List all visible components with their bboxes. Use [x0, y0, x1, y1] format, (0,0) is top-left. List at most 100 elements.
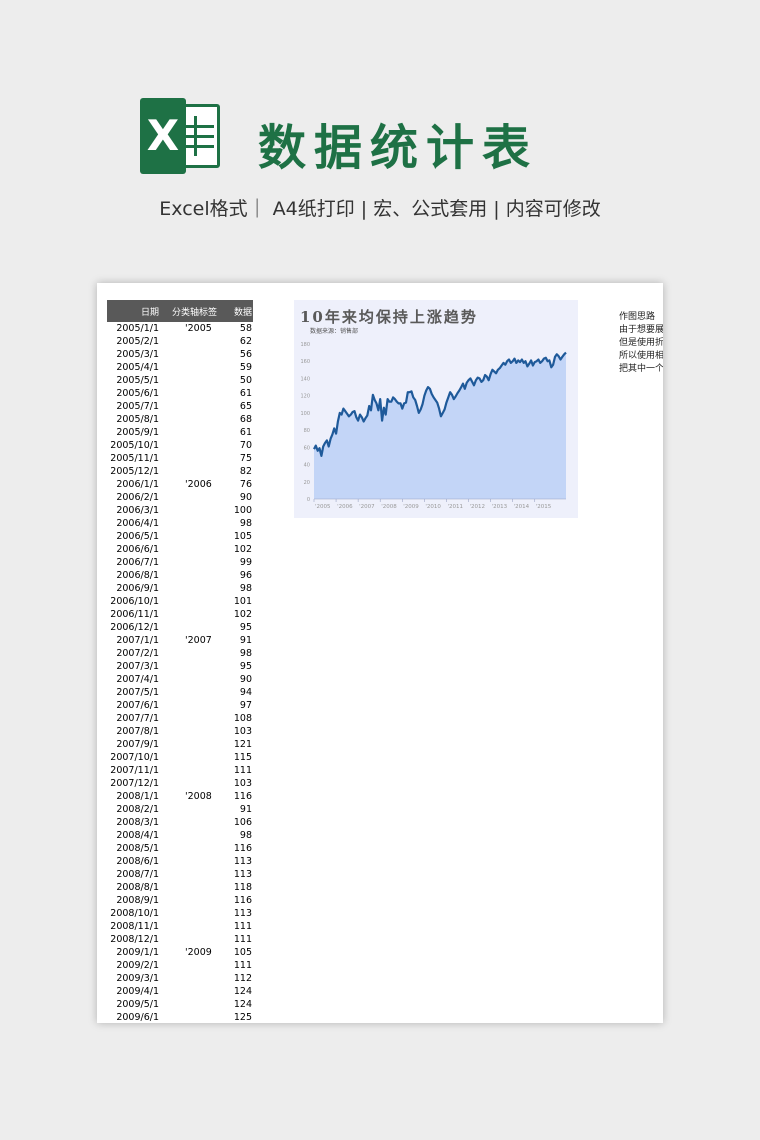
cell-date: 2006/7/1: [116, 557, 159, 568]
table-row: 2008/3/1 106: [107, 816, 253, 829]
cell-value: 99: [239, 557, 252, 568]
cell-category: '2008: [185, 791, 212, 802]
cell-date: 2007/7/1: [116, 713, 159, 724]
cell-date: 2007/4/1: [116, 674, 159, 685]
cell-category: [159, 764, 217, 777]
cell-value: 58: [239, 323, 252, 334]
note-line: 由于想要展: [619, 325, 663, 335]
data-table: 日期 分类轴标签 数据 2005/1/1'2005 58 2005/2/1 62 200…: [107, 300, 253, 1023]
table-row: 2005/5/1 50: [107, 374, 253, 387]
y-tick-label: 0: [307, 497, 310, 503]
table-row: 2007/4/1 90: [107, 673, 253, 686]
cell-date: 2008/2/1: [116, 804, 159, 815]
area-chart: 10年来均保持上涨趋势 数据来源：销售部 0 20 40 60 80 100 120 140 1…: [294, 300, 578, 518]
x-tick-label: '2009: [403, 504, 419, 510]
cell-date: 2006/6/1: [116, 544, 159, 555]
cell-category: [159, 881, 217, 894]
table-row: 2005/8/1 68: [107, 413, 253, 426]
cell-date: 2008/12/1: [110, 934, 159, 945]
cell-category: [159, 660, 217, 673]
cell-category: [159, 998, 217, 1011]
cell-value: 111: [233, 765, 252, 776]
cell-value: 75: [239, 453, 252, 464]
cell-category: [159, 920, 217, 933]
cell-category: [159, 491, 217, 504]
table-row: 2007/6/1 97: [107, 699, 253, 712]
cell-value: 98: [239, 648, 252, 659]
cell-date: 2006/5/1: [116, 531, 159, 542]
cell-date: 2005/6/1: [116, 388, 159, 399]
cell-category: [159, 439, 217, 452]
chart-plot: 0 20 40 60 80 100 120 140 160 180 '2005 '2006 '2007 '…: [300, 342, 567, 510]
cell-value: 124: [233, 999, 252, 1010]
cell-date: 2007/3/1: [116, 661, 159, 672]
cell-category: [159, 985, 217, 998]
cell-date: 2009/4/1: [116, 986, 159, 997]
cell-value: 106: [233, 817, 252, 828]
cell-category: [159, 647, 217, 660]
cell-value: 116: [233, 843, 252, 854]
table-row: 2006/7/1 99: [107, 556, 253, 569]
cell-value: 91: [239, 804, 252, 815]
cell-category: [159, 738, 217, 751]
cell-value: 108: [233, 713, 252, 724]
x-tick-label: '2010: [425, 504, 441, 510]
cell-value: 111: [233, 934, 252, 945]
table-row: 2008/10/1 113: [107, 907, 253, 920]
cell-value: 112: [233, 973, 252, 984]
table-row: 2008/5/1 116: [107, 842, 253, 855]
table-row: 2005/10/1 70: [107, 439, 253, 452]
cell-value: 61: [239, 388, 252, 399]
cell-category: '2006: [185, 479, 212, 490]
cell-date: 2009/5/1: [116, 999, 159, 1010]
cell-category: [159, 972, 217, 985]
cell-value: 125: [233, 1012, 252, 1023]
excel-x-icon: X: [140, 98, 186, 174]
y-tick-label: 80: [304, 428, 310, 434]
cell-value: 98: [239, 583, 252, 594]
table-row: 2006/2/1 90: [107, 491, 253, 504]
table-row: 2007/10/1 115: [107, 751, 253, 764]
cell-date: 2008/9/1: [116, 895, 159, 906]
cell-value: 70: [239, 440, 252, 451]
cell-value: 116: [233, 895, 252, 906]
x-tick-label: '2005: [315, 504, 331, 510]
cell-date: 2008/10/1: [110, 908, 159, 919]
cell-category: [159, 868, 217, 881]
cell-category: [159, 829, 217, 842]
table-row: 2007/1/1 '2007 91: [107, 634, 253, 647]
x-tick-label: '2008: [381, 504, 397, 510]
cell-date: 2008/11/1: [110, 921, 159, 932]
cell-date: 2005/4/1: [116, 362, 159, 373]
cell-value: 102: [233, 609, 252, 620]
x-tick-label: '2014: [514, 504, 530, 510]
table-row: 2007/9/1 121: [107, 738, 253, 751]
cell-category: [159, 699, 217, 712]
cell-category: [159, 335, 217, 348]
cell-date: 2006/1/1: [116, 479, 159, 490]
cell-value: 113: [233, 869, 252, 880]
cell-date: 2005/5/1: [116, 375, 159, 386]
table-row: 2005/11/1 75: [107, 452, 253, 465]
table-row: 2006/4/1 98: [107, 517, 253, 530]
cell-value: 82: [239, 466, 252, 477]
cell-date: 2006/8/1: [116, 570, 159, 581]
cell-value: 61: [239, 427, 252, 438]
cell-category: [159, 452, 217, 465]
cell-category: [159, 751, 217, 764]
header-category-label: 分类轴标签: [171, 307, 217, 318]
table-row: 2008/6/1 113: [107, 855, 253, 868]
area-fill: [314, 352, 566, 499]
cell-value: 90: [239, 492, 252, 503]
table-row: 2005/7/1 65: [107, 400, 253, 413]
cell-category: [159, 712, 217, 725]
cell-category: [159, 725, 217, 738]
cell-category: [159, 621, 217, 634]
cell-date: 2007/11/1: [110, 765, 159, 776]
cell-date: 2008/5/1: [116, 843, 159, 854]
cell-category: [159, 595, 217, 608]
y-tick-label: 140: [300, 376, 310, 382]
x-tick-label: '2006: [337, 504, 353, 510]
table-row: 2008/9/1 116: [107, 894, 253, 907]
cell-date: 2007/1/1: [116, 635, 159, 646]
